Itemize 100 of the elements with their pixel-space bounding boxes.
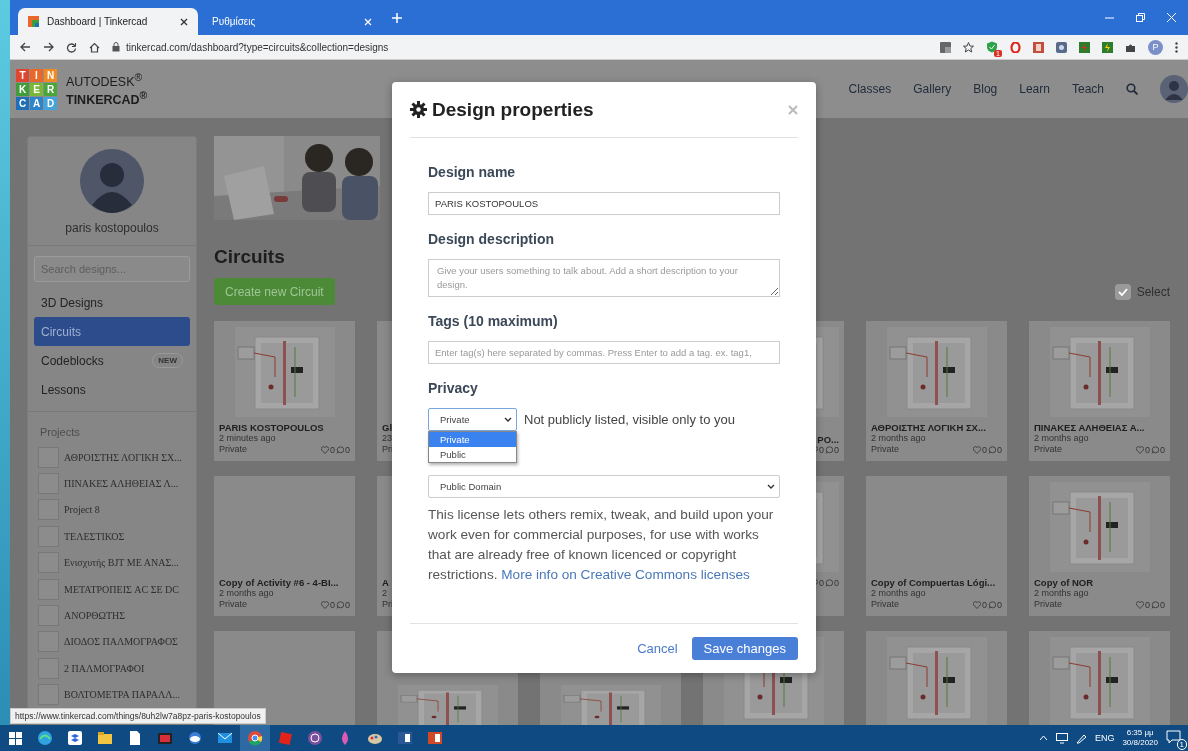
project-name[interactable]: Ενισχυτής BJT ΜΕ ΑΝΑΣ... [64,557,179,569]
design-privacy: Private [219,444,247,455]
field-label: Privacy [428,380,478,396]
project-name[interactable]: ΑΝΟΡΘΩΤΗΣ [64,610,126,622]
design-title: ΑΘΡΟΙΣΤΗΣ ΛΟΓΙΚΗ ΣΧ... [871,422,986,433]
project-name[interactable]: 2 ΠΑΛΜΟΓΡΑΦΟΙ [64,662,145,674]
notification-icon[interactable] [1166,730,1181,744]
nav-link[interactable]: Blog [973,82,998,96]
bolt-icon[interactable] [1079,41,1090,53]
design-privacy: Private [871,599,899,610]
license-select[interactable]: Public Domain [428,475,780,498]
document-icon[interactable] [1033,41,1044,53]
clock-time[interactable]: 6:35 μμ [1126,728,1154,738]
nav-link[interactable]: Teach [1071,82,1104,96]
reload-icon[interactable] [66,41,77,53]
dialog-title: Design properties [432,98,595,121]
design-card[interactable]: ΑΘΡΟΙΣΤΗΣ ΛΟΓΙΚΗ ΣΧ... 2 months ago Private 0 0 [866,321,1007,461]
save-button[interactable]: Save changes [691,637,798,660]
avatar-icon [80,149,144,213]
privacy-select[interactable]: Private [428,408,517,431]
sidebar-item[interactable]: Codeblocks NEW [34,346,190,375]
translate-icon[interactable] [940,41,951,53]
lock-icon [112,42,120,52]
caret-icon [767,484,775,489]
project-name[interactable]: ΜΕΤΑΤΡΟΠΕΙΣ AC ΣΕ DC [64,583,179,595]
design-card[interactable]: PARIS KOSTOPOULOS 2 minutes ago Private 0 0 [214,321,355,461]
nav-link[interactable]: Learn [1019,82,1050,96]
search-icon[interactable] [1126,83,1138,95]
taskbar-app[interactable] [240,725,270,751]
design-card[interactable]: Copy of Compuertas Lógi... 2 months ago Private 0 0 [866,476,1007,616]
sidebar-item[interactable]: 3D Designs [34,288,190,317]
heart-icon [320,600,329,609]
phone-bubble-icon [307,730,323,746]
sidebar-item[interactable]: Circuits [34,317,190,346]
browser-icon [247,730,263,746]
plus-icon[interactable] [392,12,402,23]
license-link[interactable]: More info on Creative Commons licenses [501,567,750,582]
design-title: Gl [382,422,393,433]
project-name[interactable]: ΔΙΟΔΟΣ ΠΑΛΜΟΓΡΑΦΟΣ [64,636,178,648]
design-time: 2 months ago [871,433,926,444]
close-icon[interactable] [180,17,188,26]
star-icon[interactable] [963,41,974,53]
like-count: 0 [981,599,987,610]
slides-icon [427,730,443,746]
project-name[interactable]: Project 8 [64,504,100,516]
forward-icon[interactable] [43,42,54,52]
comment-icon [336,600,344,609]
dropdown-option[interactable]: Private [429,432,516,447]
nav-link[interactable]: Classes [848,82,892,96]
select-checkbox[interactable] [1114,283,1131,300]
like-count: 0 [1144,444,1150,455]
field-label: Tags (10 maximum) [428,313,558,329]
profile-avatar[interactable]: P [1148,39,1163,55]
avatar-icon[interactable] [1160,75,1188,103]
project-name[interactable]: ΑΘΡΟΙΣΤΗΣ ΛΟΓΙΚΗ ΣΧ... [64,451,182,463]
language-indicator[interactable]: ENG [1094,733,1115,743]
folder-icon [97,730,113,746]
design-card[interactable]: Copy of Activity #6 - 4-BI... 2 months ago Private 0 0 [214,476,355,616]
logo[interactable]: T I N K E R C A D [16,68,57,110]
chevron-up-icon[interactable] [1038,735,1048,741]
address-field[interactable]: tinkercad.com/dashboard?type=circuits&collection=designs [112,37,928,57]
design-card[interactable]: Copy of NOR 2 months ago Private 0 0 [1029,476,1170,616]
box-icon [67,730,83,746]
nav-link[interactable]: Gallery [913,82,952,96]
bolt-icon[interactable] [1102,41,1113,53]
project-name[interactable]: ΠΙΝΑΚΕΣ ΑΛΗΘΕΙΑΣ Λ... [64,478,179,490]
menu-icon[interactable] [1175,41,1178,53]
browser-tab[interactable]: Dashboard | Tinkercad [18,8,198,35]
sidebar-item-label: Circuits [41,324,81,339]
cancel-link[interactable]: Cancel [637,641,678,656]
tags-field[interactable]: Enter tag(s) here separated by commas. Press Enter to add a tag. ex. tag1, [428,341,780,364]
comment-icon [988,600,996,609]
back-icon[interactable] [20,42,31,52]
heart-icon [1135,600,1144,609]
description-field[interactable]: Give your users something to talk about. Add a short description to your design. [428,259,780,297]
pen-icon[interactable] [1075,732,1087,744]
file-icon [127,730,143,746]
restore-icon[interactable] [1136,13,1145,22]
design-title: Copy of Activity #6 - 4-BI... [219,577,339,588]
dropdown-option[interactable]: Public [429,447,516,462]
select-label[interactable]: Select [1136,284,1170,299]
project-name[interactable]: ΤΕΛΕΣΤΙΚΟΣ [64,530,125,542]
design-title: PARIS KOSTOPOULOS [219,422,324,433]
home-icon[interactable] [89,41,100,53]
name-field[interactable]: PARIS KOSTOPOULOS [428,192,780,215]
design-time: 2 months ago [219,588,274,599]
brand-name: AUTODESK$^{®}$ [66,70,144,89]
shield-icon[interactable] [986,41,998,53]
brand-name: TINKERCAD$^{®}$ [66,89,148,108]
field-label: Design description [428,231,555,247]
ring-icon[interactable] [1010,41,1021,53]
project-name[interactable]: ΒΟΛΤΟΜΕΤΡΑ ΠΑΡΑΛΛ... [64,689,180,701]
network-icon[interactable] [1055,732,1068,744]
license-description: This license lets others remix, tweak, and build upon your work even for commercial purposes, for use with works that are already free of known licenced or copyright restrictions. More info on Creative Commons licenses [428,506,775,584]
windows-icon [8,731,22,745]
comment-icon [825,446,833,454]
design-card[interactable]: ΠΙΝΑΚΕΣ ΑΛΗΘΕΙΑΣ Α... 2 months ago Private 0 0 [1029,321,1170,461]
sidebar-item[interactable]: Lessons [34,375,190,404]
browser-tab[interactable]: Ρυθμίσεις [202,8,382,35]
clock-date[interactable]: 30/8/2020 [1122,738,1158,748]
